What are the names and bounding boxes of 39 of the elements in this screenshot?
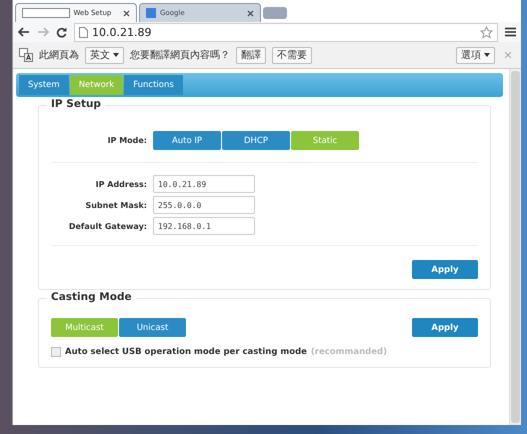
close-icon[interactable] [247, 10, 254, 16]
dismiss-button[interactable]: 不需要 [272, 46, 312, 64]
caret-icon [484, 53, 490, 57]
section-title: Casting Mode [47, 291, 136, 303]
url-text: 10.0.21.89 [92, 26, 152, 38]
apply-button[interactable]: Apply [412, 260, 478, 279]
field-label: IP Address: [94, 180, 148, 188]
new-tab-button[interactable] [263, 7, 287, 19]
checkbox[interactable] [51, 347, 61, 357]
caret-icon [113, 53, 119, 57]
address-bar[interactable]: 10.0.21.89 [74, 22, 498, 42]
mode-button[interactable]: Unicast [119, 318, 186, 337]
menu-icon[interactable] [505, 27, 516, 37]
translate-button[interactable]: 翻譯 [236, 46, 266, 64]
input-field[interactable]: 10.0.21.89 [153, 175, 255, 193]
input-field[interactable]: 192.168.0.1 [153, 217, 255, 235]
favicon-icon [146, 8, 156, 18]
close-icon[interactable] [123, 10, 130, 16]
apply-button[interactable]: Apply [412, 318, 478, 337]
nav-tab[interactable]: Functions [124, 75, 183, 95]
checkbox-label: Auto select USB operation mode per casting mode [65, 347, 307, 357]
nav-tab[interactable]: System [19, 75, 69, 95]
mode-button[interactable]: Auto IP [153, 131, 221, 150]
field-label: Default Gateway: [68, 222, 148, 230]
star-icon[interactable] [480, 26, 493, 38]
reload-icon[interactable] [56, 26, 67, 38]
section-title: IP Setup [47, 98, 105, 110]
translate-icon [19, 48, 33, 62]
field-label: Subnet Mask: [84, 200, 148, 210]
field-label: IP Mode: [106, 136, 148, 145]
recommended-note: (recommanded) [310, 347, 387, 357]
translate-question-text: 您要翻譯網頁內容嗎？ [130, 48, 230, 62]
forward-arrow-icon[interactable] [37, 27, 49, 37]
input-field[interactable]: 255.0.0.0 [153, 196, 255, 214]
translate-prompt-text: 此網頁為 [39, 48, 79, 62]
mode-button[interactable]: DHCP [222, 131, 290, 150]
options-dropdown[interactable]: 選項 [456, 46, 495, 64]
back-arrow-icon[interactable] [18, 27, 30, 37]
language-dropdown[interactable]: 英文 [85, 46, 124, 64]
